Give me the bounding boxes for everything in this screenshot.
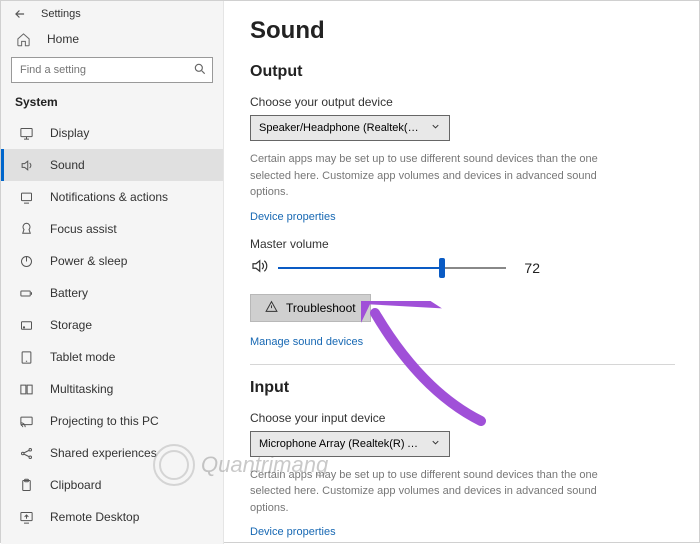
sidebar-item-remote-desktop[interactable]: Remote Desktop — [1, 501, 223, 533]
master-volume-slider[interactable] — [278, 258, 506, 278]
page-title: Sound — [250, 17, 675, 45]
sidebar-item-storage[interactable]: Storage — [1, 309, 223, 341]
nav-home[interactable]: Home — [1, 25, 223, 57]
sidebar-item-focus-assist[interactable]: Focus assist — [1, 213, 223, 245]
multitasking-icon — [18, 381, 34, 397]
input-device-select[interactable]: Microphone Array (Realtek(R) Au... — [250, 431, 450, 457]
input-device-properties-link[interactable]: Device properties — [250, 526, 336, 538]
output-choose-label: Choose your output device — [250, 95, 675, 109]
nav-home-label: Home — [47, 32, 79, 46]
sidebar-item-sound[interactable]: Sound — [1, 149, 223, 181]
main-content: Sound Output Choose your output device S… — [224, 1, 700, 544]
sidebar-item-clipboard[interactable]: Clipboard — [1, 469, 223, 501]
sound-icon — [18, 157, 34, 173]
volume-icon — [250, 257, 268, 280]
sidebar-item-battery[interactable]: Battery — [1, 277, 223, 309]
notifications-icon — [18, 189, 34, 205]
back-button[interactable] — [13, 7, 27, 21]
remote-desktop-icon — [18, 509, 34, 525]
sidebar-nav: Display Sound Notifications & actions Fo… — [1, 117, 223, 533]
sidebar-item-label: Sound — [50, 158, 85, 172]
sidebar-item-label: Tablet mode — [50, 350, 115, 364]
sidebar-item-tablet-mode[interactable]: Tablet mode — [1, 341, 223, 373]
power-icon — [18, 253, 34, 269]
sidebar-item-label: Storage — [50, 318, 92, 332]
sidebar-item-power-sleep[interactable]: Power & sleep — [1, 245, 223, 277]
sidebar-category: System — [1, 95, 223, 117]
warning-icon — [265, 300, 278, 316]
sidebar-item-label: Display — [50, 126, 89, 140]
projecting-icon — [18, 413, 34, 429]
search-input[interactable] — [11, 57, 213, 83]
focus-assist-icon — [18, 221, 34, 237]
troubleshoot-label: Troubleshoot — [286, 301, 356, 315]
clipboard-icon — [18, 477, 34, 493]
output-note: Certain apps may be set up to use differ… — [250, 151, 620, 201]
sidebar-item-label: Notifications & actions — [50, 190, 168, 204]
sidebar-item-projecting[interactable]: Projecting to this PC — [1, 405, 223, 437]
sidebar-item-label: Battery — [50, 286, 88, 300]
home-icon — [15, 31, 31, 47]
sidebar-item-label: Projecting to this PC — [50, 414, 159, 428]
sidebar: Settings Home System Display Sound Notif… — [1, 1, 224, 544]
output-device-value: Speaker/Headphone (Realtek(R) A... — [259, 122, 423, 134]
troubleshoot-button[interactable]: Troubleshoot — [250, 294, 371, 322]
tablet-icon — [18, 349, 34, 365]
sidebar-item-label: Shared experiences — [50, 446, 157, 460]
section-divider — [250, 364, 675, 365]
battery-icon — [18, 285, 34, 301]
sidebar-item-shared-exp[interactable]: Shared experiences — [1, 437, 223, 469]
output-heading: Output — [250, 63, 675, 81]
master-volume-value: 72 — [516, 260, 540, 276]
manage-sound-devices-link[interactable]: Manage sound devices — [250, 336, 363, 348]
master-volume-label: Master volume — [250, 237, 675, 251]
sidebar-item-multitasking[interactable]: Multitasking — [1, 373, 223, 405]
sidebar-item-display[interactable]: Display — [1, 117, 223, 149]
output-device-select[interactable]: Speaker/Headphone (Realtek(R) A... — [250, 115, 450, 141]
input-device-value: Microphone Array (Realtek(R) Au... — [259, 438, 423, 450]
sidebar-item-label: Power & sleep — [50, 254, 127, 268]
sidebar-item-label: Focus assist — [50, 222, 117, 236]
storage-icon — [18, 317, 34, 333]
input-choose-label: Choose your input device — [250, 411, 675, 425]
app-title: Settings — [41, 8, 81, 20]
sidebar-item-notifications[interactable]: Notifications & actions — [1, 181, 223, 213]
sidebar-item-label: Remote Desktop — [50, 510, 139, 524]
sidebar-item-label: Clipboard — [50, 478, 101, 492]
sidebar-item-label: Multitasking — [50, 382, 113, 396]
shared-icon — [18, 445, 34, 461]
input-heading: Input — [250, 379, 675, 397]
chevron-down-icon — [430, 437, 441, 451]
chevron-down-icon — [430, 121, 441, 135]
display-icon — [18, 125, 34, 141]
input-note: Certain apps may be set up to use differ… — [250, 467, 620, 517]
output-device-properties-link[interactable]: Device properties — [250, 211, 336, 223]
